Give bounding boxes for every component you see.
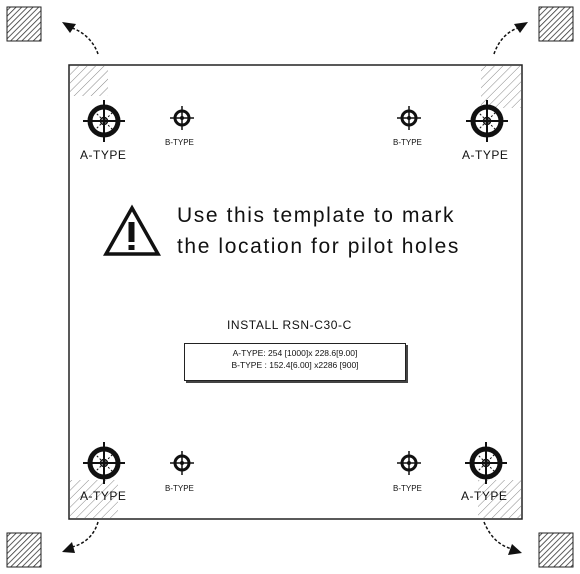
label-a-type-top-left: A-TYPE (80, 148, 127, 162)
install-title: INSTALL RSN-C30-C (227, 318, 352, 332)
b-type-dimensions: B-TYPE : 152.4[6.00] x2286 [900] (231, 360, 359, 370)
warning-icon (103, 204, 161, 256)
label-b-type-bottom-right: B-TYPE (393, 484, 422, 493)
label-b-type-top-left: B-TYPE (165, 138, 194, 147)
arrow-icon-top-left (62, 22, 99, 55)
target-b-bottom-left-icon (168, 449, 196, 477)
instruction-text: Use this template to mark the location f… (177, 200, 460, 262)
arrow-icon-bottom-left (62, 521, 99, 553)
label-a-type-bottom-right: A-TYPE (461, 489, 508, 503)
arrow-icon-bottom-right (483, 521, 522, 555)
target-a-bottom-left-icon (83, 442, 125, 484)
template-drawing (6, 6, 574, 568)
instruction-line-2: the location for pilot holes (177, 235, 460, 258)
target-b-top-right-icon (395, 104, 423, 132)
target-a-bottom-right-icon (465, 442, 507, 484)
template-outline (68, 64, 523, 520)
instruction-line-1: Use this template to mark (177, 204, 456, 227)
label-b-type-bottom-left: B-TYPE (165, 484, 194, 493)
label-a-type-bottom-left: A-TYPE (80, 489, 127, 503)
label-a-type-top-right: A-TYPE (462, 148, 509, 162)
corner-swatch-bottom-right (538, 532, 574, 568)
a-type-dimensions: A-TYPE: 254 [1000]x 228.6[9.00] (232, 348, 358, 358)
label-b-type-top-right: B-TYPE (393, 138, 422, 147)
corner-swatch-bottom-left (6, 532, 42, 568)
corner-hatch-top-left (70, 66, 108, 96)
target-b-top-left-icon (168, 104, 196, 132)
dimensions-box: A-TYPE: 254 [1000]x 228.6[9.00] B-TYPE :… (184, 343, 406, 381)
target-a-top-left-icon (83, 100, 125, 142)
corner-swatch-top-right (538, 6, 574, 42)
corner-swatch-top-left (6, 6, 42, 42)
arrow-icon-top-right (493, 22, 528, 55)
target-b-bottom-right-icon (395, 449, 423, 477)
